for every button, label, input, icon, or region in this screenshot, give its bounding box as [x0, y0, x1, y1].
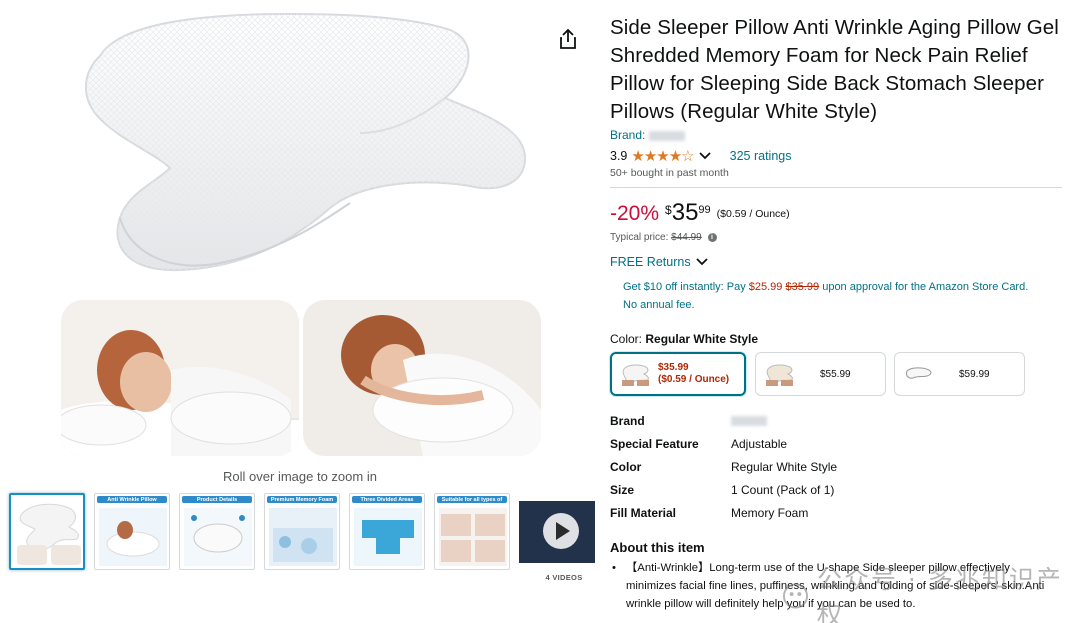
- video-thumbnail[interactable]: [519, 493, 595, 570]
- bought-count: 50+ bought in past month: [610, 167, 729, 179]
- lifestyle-photo-side-sleeper[interactable]: [61, 300, 299, 456]
- price-whole: 35: [671, 199, 699, 226]
- color-option-2[interactable]: $55.99: [755, 352, 886, 396]
- info-icon[interactable]: i: [707, 232, 717, 242]
- spec-row: Special Feature Adjustable: [610, 436, 788, 451]
- free-returns-link[interactable]: FREE Returns: [610, 255, 1065, 269]
- divider: [610, 187, 1062, 188]
- spec-row: Fill Material Memory Foam: [610, 505, 809, 520]
- swatch-image: [622, 364, 649, 386]
- brand-link[interactable]: Brand:: [610, 128, 1065, 144]
- share-icon[interactable]: [558, 28, 578, 50]
- spec-row: Color Regular White Style: [610, 459, 838, 474]
- unit-price: ($0.59 / Ounce): [716, 208, 790, 220]
- typical-price: Typical price: $44.99 i: [610, 232, 1065, 243]
- thumbnail-1[interactable]: [9, 493, 85, 570]
- zoom-hint: Roll over image to zoom in: [223, 469, 377, 484]
- store-card-offer[interactable]: Get $10 off instantly: Pay $25.99 $35.99…: [623, 278, 1043, 314]
- color-label: Color: Regular White Style: [610, 332, 759, 346]
- price-symbol: $: [665, 203, 672, 217]
- swatch-image: [766, 364, 793, 386]
- product-info: Side Sleeper Pillow Anti Wrinkle Aging P…: [610, 14, 1065, 613]
- thumbnail-5[interactable]: Three Divided Areas: [349, 493, 425, 570]
- spec-row: Size 1 Count (Pack of 1): [610, 482, 835, 497]
- lifestyle-photo-stomach-sleeper[interactable]: [303, 300, 541, 456]
- thumbnail-3[interactable]: Product Details: [179, 493, 255, 570]
- color-option-regular-white[interactable]: $35.99 ($0.59 / Ounce): [610, 352, 746, 396]
- rating-value: 3.9: [610, 148, 628, 163]
- brand-name-redacted: [649, 130, 686, 141]
- thumbnail-6[interactable]: Suitable for all types of sleepers: [434, 493, 510, 570]
- product-title: Side Sleeper Pillow Anti Wrinkle Aging P…: [610, 16, 1059, 123]
- thumbnail-2[interactable]: Anti Wrinkle Pillow: [94, 493, 170, 570]
- chevron-down-icon[interactable]: [698, 151, 712, 161]
- star-rating[interactable]: ★★★★☆: [631, 147, 694, 165]
- discount-percent: -20%: [610, 202, 660, 225]
- spec-row: Brand: [610, 409, 1065, 432]
- price-fraction: 99: [698, 204, 711, 216]
- thumbnail-4[interactable]: Premium Memory Foam: [264, 493, 340, 570]
- swatch-image: [906, 367, 932, 379]
- about-heading: About this item: [610, 540, 705, 555]
- chevron-down-icon[interactable]: [695, 257, 709, 267]
- color-swatches: $35.99 ($0.59 / Ounce) $55.99 $59.99: [610, 352, 1065, 398]
- color-option-3[interactable]: $59.99: [894, 352, 1025, 396]
- about-bullet: 【Anti-Wrinkle】Long-term use of the U-sha…: [610, 559, 1062, 613]
- thumbnail-strip: Anti Wrinkle Pillow Product Details Prem…: [9, 493, 599, 582]
- rating-row: 3.9 ★★★★☆ 325 ratings: [610, 146, 1065, 165]
- product-specs: Brand Special Feature Adjustable Color R…: [610, 409, 1065, 524]
- ratings-count-link[interactable]: 325 ratings: [730, 149, 792, 163]
- brand-value-redacted: [731, 416, 767, 427]
- price-block: -20% $ 35 99 ($0.59 / Ounce): [610, 200, 1065, 230]
- main-product-image[interactable]: [60, 8, 540, 298]
- video-count: 4 VIDEOS: [545, 573, 583, 582]
